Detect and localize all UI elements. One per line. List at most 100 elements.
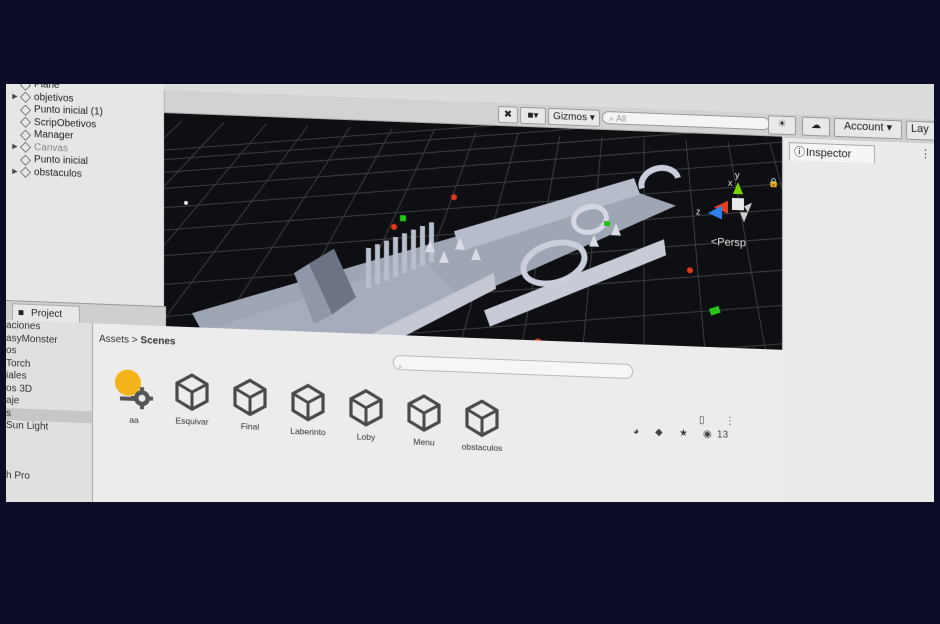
asset-name: Menu bbox=[413, 436, 435, 448]
asset-item[interactable]: Final bbox=[217, 376, 283, 433]
inspector-panel: ⓘ Inspector ⋮ bbox=[782, 137, 934, 502]
camera-button[interactable]: ■▾ bbox=[520, 106, 546, 125]
hierarchy-item-label: obstaculos bbox=[34, 166, 82, 180]
breadcrumb-assets[interactable]: Assets bbox=[99, 334, 129, 346]
gameobject-icon bbox=[20, 84, 31, 91]
unity-scene-icon bbox=[465, 399, 499, 438]
pillar bbox=[402, 233, 407, 274]
unity-scene-icon bbox=[407, 394, 441, 432]
gizmo-z-label: z bbox=[696, 207, 701, 217]
pillar bbox=[384, 240, 389, 281]
hierarchy-panel: Plane ▶ objetivos Punto inicial (1) ScripObe… bbox=[6, 84, 164, 307]
breadcrumb-separator: > bbox=[131, 334, 138, 347]
marker-red bbox=[687, 267, 693, 274]
chevron-down-icon: ▾ bbox=[883, 121, 893, 135]
unity-scene-icon bbox=[233, 378, 267, 417]
expand-arrow-icon[interactable]: ▶ bbox=[10, 166, 20, 179]
gizmo-neg-cone bbox=[744, 202, 752, 213]
gizmo-center-cube bbox=[732, 197, 744, 211]
unity-scene-icon bbox=[291, 383, 325, 422]
gizmos-dropdown[interactable]: Gizmos ▾ bbox=[548, 107, 600, 127]
camera-icon: ■▾ bbox=[527, 110, 539, 122]
asset-name: Esquivar bbox=[175, 415, 209, 427]
asset-item[interactable]: obstaculos bbox=[449, 397, 515, 454]
pillar bbox=[420, 225, 425, 267]
info-icon: ⓘ bbox=[794, 146, 805, 159]
folder-item[interactable]: h Pro bbox=[6, 470, 92, 486]
marker-red bbox=[451, 194, 457, 201]
tab-inspector[interactable]: ⓘ Inspector bbox=[789, 142, 875, 164]
scene-search-placeholder: All bbox=[616, 113, 627, 124]
breadcrumb: Assets > Scenes bbox=[99, 334, 175, 348]
monitor-photo: Plane ▶ objetivos Punto inicial (1) ScripObe… bbox=[6, 84, 934, 502]
layers-dropdown[interactable]: Lay bbox=[906, 120, 934, 141]
gizmo-x-label: x bbox=[728, 178, 733, 188]
asset-item[interactable]: Esquivar bbox=[159, 371, 225, 428]
breadcrumb-scenes[interactable]: Scenes bbox=[140, 335, 175, 347]
pillar bbox=[411, 229, 416, 270]
unity-scene-icon bbox=[175, 373, 209, 411]
pillar bbox=[375, 244, 380, 285]
gizmo-y-label: y bbox=[735, 170, 740, 180]
gizmo-y-cone bbox=[733, 182, 743, 195]
lock-icon: 🔒 bbox=[768, 177, 779, 188]
search-icon: ⌕ bbox=[609, 113, 617, 124]
asset-name: aa bbox=[129, 414, 139, 426]
account-dropdown[interactable]: Account ▾ bbox=[834, 117, 902, 140]
cloud-icon: ☁ bbox=[811, 119, 821, 132]
gameobject-icon bbox=[20, 104, 31, 116]
project-search-input[interactable]: ⌕ bbox=[393, 354, 633, 380]
gameobject-icon bbox=[20, 92, 31, 103]
more-options-icon[interactable]: ⋮ bbox=[920, 147, 931, 160]
orientation-gizmo[interactable]: y z x bbox=[696, 169, 752, 223]
marker-green bbox=[604, 220, 610, 227]
filter-type-icon[interactable]: ◕ bbox=[633, 426, 639, 437]
gameobject-icon bbox=[20, 129, 31, 141]
project-folder-tree: aciones asyMonster os Torch iales os 3D aje s Su… bbox=[6, 320, 92, 502]
tools-icon: ✖ bbox=[503, 109, 513, 121]
inspector-tab-label: Inspector bbox=[806, 146, 852, 161]
asset-name: Loby bbox=[356, 431, 376, 443]
expand-arrow-icon[interactable]: ▶ bbox=[10, 141, 20, 154]
projection-label[interactable]: <Persp bbox=[711, 236, 746, 249]
lock-icon[interactable]: ▯ bbox=[699, 415, 705, 426]
marker-red bbox=[391, 223, 397, 230]
layers-label: Lay bbox=[911, 122, 929, 136]
marker-green bbox=[708, 305, 721, 316]
asset-item[interactable]: Loby bbox=[333, 387, 399, 444]
cloud-button[interactable]: ☁ bbox=[802, 116, 830, 137]
asset-item[interactable]: Laberinto bbox=[275, 381, 341, 438]
filter-label-icon[interactable]: ◆ bbox=[655, 427, 663, 438]
hidden-eye-icon[interactable]: ◉ bbox=[703, 429, 712, 440]
gameobject-icon bbox=[20, 117, 31, 128]
asset-name: Laberinto bbox=[290, 425, 326, 438]
expand-arrow-icon[interactable]: ▶ bbox=[10, 91, 20, 104]
folder-icon: ■ bbox=[18, 307, 25, 319]
lighting-settings-icon bbox=[115, 369, 153, 410]
gameobject-icon bbox=[20, 142, 31, 153]
gameobject-icon bbox=[20, 167, 31, 178]
hidden-count: 13 bbox=[717, 429, 729, 441]
scene-search-input[interactable]: ⌕ All bbox=[602, 110, 770, 131]
chevron-down-icon: ▾ bbox=[587, 112, 595, 124]
search-icon: ⌕ bbox=[398, 362, 403, 372]
tools-button[interactable]: ✖ bbox=[498, 105, 518, 124]
unity-editor: Plane ▶ objetivos Punto inicial (1) ScripObe… bbox=[6, 84, 934, 502]
project-tab-label: Project bbox=[31, 307, 63, 321]
asset-item[interactable]: aa bbox=[101, 366, 167, 427]
favorite-icon[interactable]: ★ bbox=[679, 428, 688, 439]
more-options-icon[interactable]: ⋮ bbox=[725, 416, 735, 427]
asset-item[interactable]: Menu bbox=[391, 392, 457, 449]
pillar bbox=[366, 247, 371, 289]
gizmos-label: Gizmos bbox=[553, 111, 588, 124]
marker-green bbox=[400, 215, 406, 222]
collab-button[interactable]: ☀ bbox=[768, 115, 796, 136]
sun-icon: ☀ bbox=[777, 118, 787, 130]
marker-white bbox=[184, 200, 188, 205]
pillar bbox=[393, 236, 398, 278]
project-tools: ◕ ◆ ★ ◉ 13 ▯ ⋮ bbox=[629, 415, 783, 452]
asset-name: obstaculos bbox=[461, 441, 503, 454]
unity-scene-icon bbox=[349, 388, 383, 427]
ring-3 bbox=[638, 164, 681, 190]
account-label: Account bbox=[843, 120, 884, 134]
